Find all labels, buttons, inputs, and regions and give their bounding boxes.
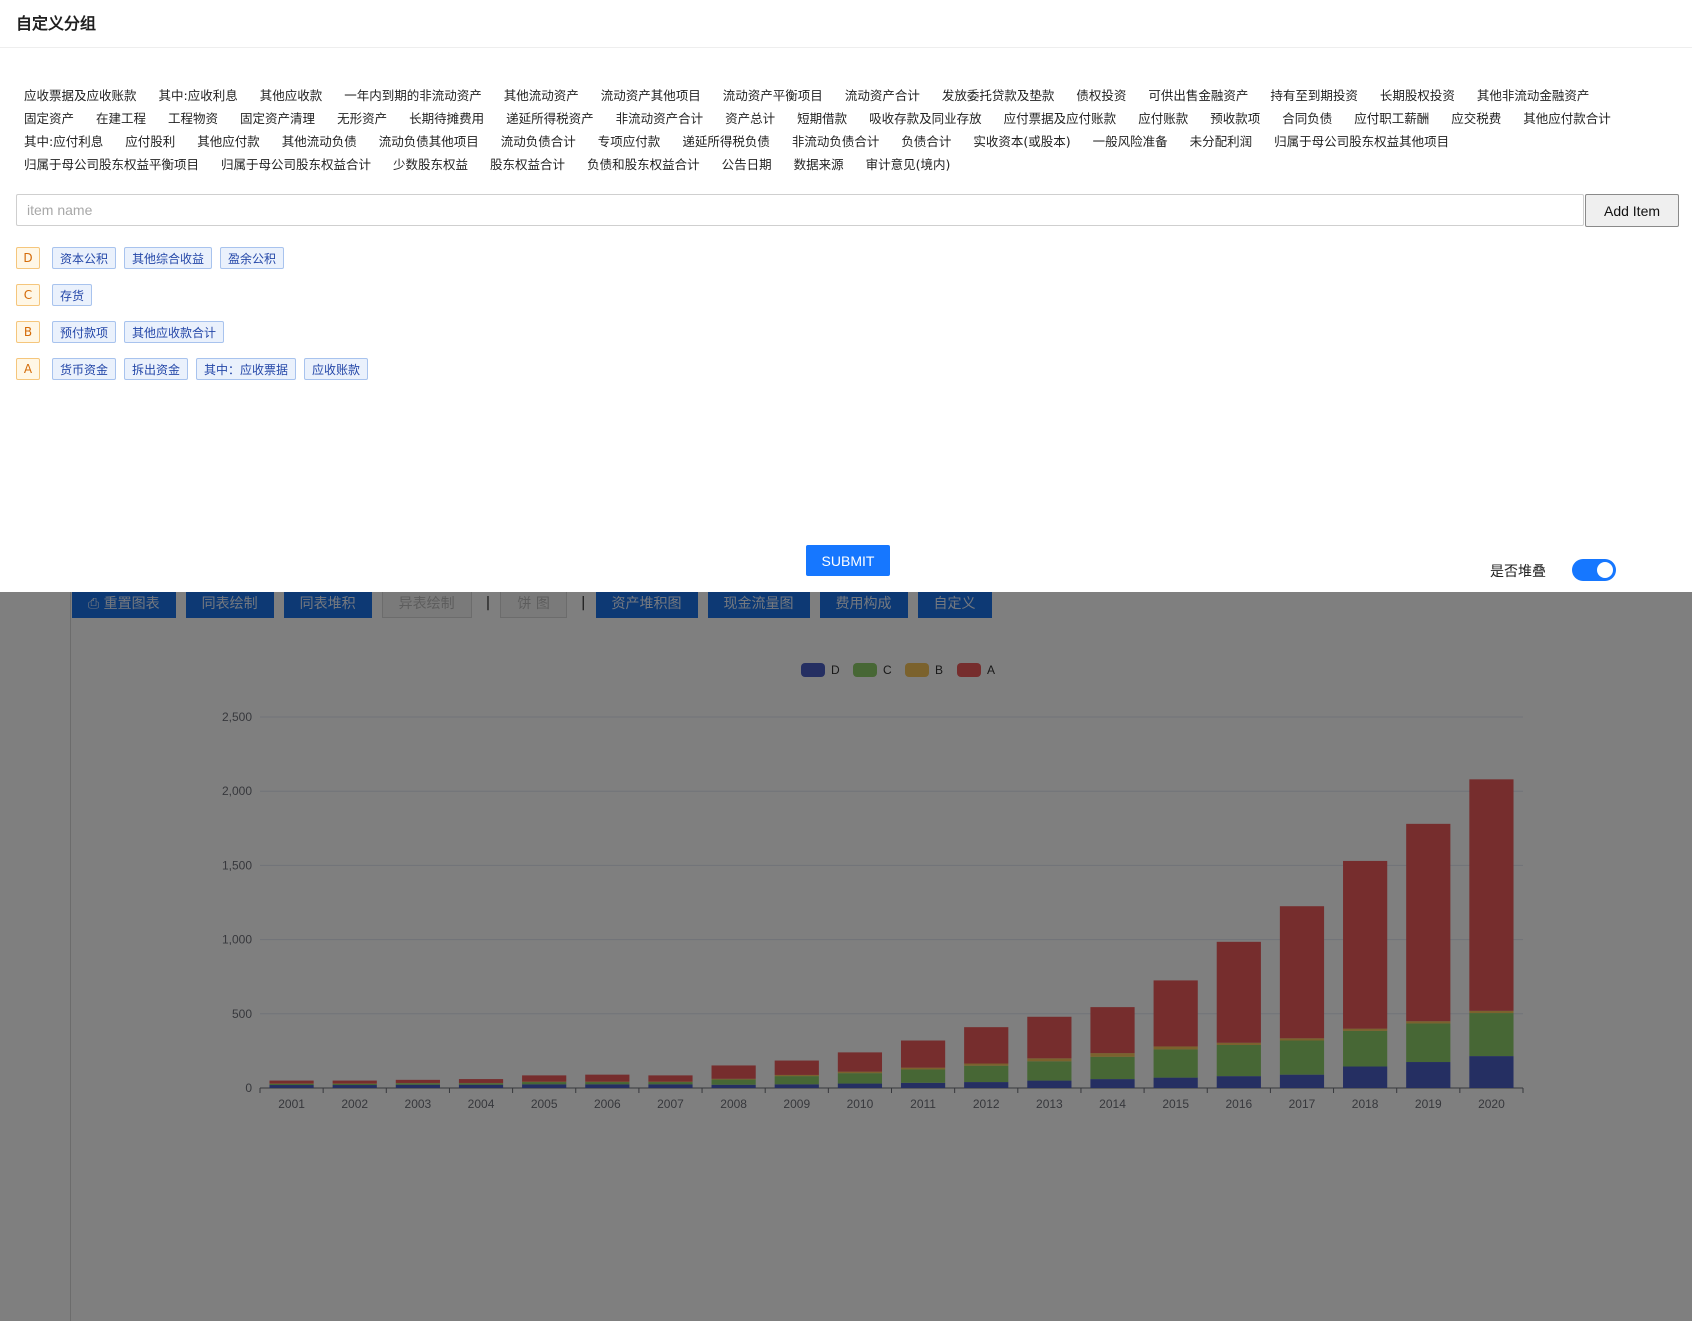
field-item[interactable]: 负债合计 (901, 130, 951, 153)
field-item[interactable]: 长期待摊费用 (409, 107, 484, 130)
field-item[interactable]: 固定资产清理 (240, 107, 315, 130)
group-tag[interactable]: 应收账款 (304, 358, 369, 380)
field-item[interactable]: 持有至到期投资 (1270, 84, 1358, 107)
field-item[interactable]: 股东权益合计 (490, 153, 565, 176)
field-item[interactable]: 未分配利润 (1190, 130, 1253, 153)
group-tag[interactable]: 拆出资金 (124, 358, 189, 380)
field-item[interactable]: 递延所得税资产 (506, 107, 594, 130)
field-item[interactable]: 其他流动负债 (282, 130, 357, 153)
field-list: 应收票据及应收账款 其中:应收利息 其他应收款 一年内到期的非流动资产 其他流动资产 流动… (24, 84, 1664, 176)
field-item[interactable]: 资产总计 (725, 107, 775, 130)
field-item[interactable]: 应收票据及应收账款 (24, 84, 137, 107)
custom-group-modal: 自定义分组 应收票据及应收账款 其中:应收利息 其他应收款 一年内到期的非流动资产 其他… (0, 0, 1692, 592)
group-row-a: A 货币资金 拆出资金 其中：应收票据 应收账款 (16, 358, 376, 380)
field-item[interactable]: 短期借款 (797, 107, 847, 130)
field-item[interactable]: 固定资产 (24, 107, 74, 130)
field-item[interactable]: 数据来源 (794, 153, 844, 176)
field-item[interactable]: 预收款项 (1210, 107, 1260, 130)
group-tag[interactable]: 其他应收款合计 (124, 321, 225, 343)
field-item[interactable]: 归属于母公司股东权益合计 (221, 153, 371, 176)
field-item[interactable]: 其他应付款 (197, 130, 260, 153)
field-item[interactable]: 少数股东权益 (393, 153, 468, 176)
group-label[interactable]: D (16, 247, 40, 269)
field-item[interactable]: 其他非流动金融资产 (1477, 84, 1590, 107)
group-label[interactable]: A (16, 358, 40, 380)
stack-toggle-label: 是否堆叠 (1490, 564, 1546, 580)
add-item-button[interactable]: Add Item (1585, 194, 1679, 227)
field-item[interactable]: 在建工程 (96, 107, 146, 130)
group-tag[interactable]: 存货 (52, 284, 93, 306)
field-item[interactable]: 应付账款 (1138, 107, 1188, 130)
group-tag[interactable]: 盈余公积 (220, 247, 285, 269)
field-item[interactable]: 其中:应付利息 (24, 130, 103, 153)
field-item[interactable]: 无形资产 (337, 107, 387, 130)
field-item[interactable]: 非流动资产合计 (616, 107, 704, 130)
field-item[interactable]: 其他应付款合计 (1523, 107, 1611, 130)
item-name-input[interactable] (16, 194, 1584, 226)
field-item[interactable]: 其他应收款 (260, 84, 323, 107)
group-tag[interactable]: 预付款项 (52, 321, 117, 343)
group-label[interactable]: C (16, 284, 40, 306)
field-item[interactable]: 应付股利 (125, 130, 175, 153)
modal-title: 自定义分组 (16, 14, 97, 33)
field-item[interactable]: 流动资产平衡项目 (723, 84, 823, 107)
field-item[interactable]: 应付职工薪酬 (1354, 107, 1429, 130)
group-tag[interactable]: 资本公积 (52, 247, 117, 269)
field-item[interactable]: 可供出售金融资产 (1148, 84, 1248, 107)
group-row-d: D 资本公积 其他综合收益 盈余公积 (16, 247, 292, 269)
field-item[interactable]: 专项应付款 (598, 130, 661, 153)
group-tag[interactable]: 其他综合收益 (124, 247, 213, 269)
field-item[interactable]: 应交税费 (1451, 107, 1501, 130)
field-item[interactable]: 递延所得税负债 (682, 130, 770, 153)
field-item[interactable]: 流动资产合计 (845, 84, 920, 107)
field-item[interactable]: 一年内到期的非流动资产 (344, 84, 482, 107)
group-tag[interactable]: 货币资金 (52, 358, 117, 380)
field-item[interactable]: 其他流动资产 (504, 84, 579, 107)
field-item[interactable]: 合同负债 (1282, 107, 1332, 130)
field-item[interactable]: 吸收存款及同业存放 (869, 107, 982, 130)
field-item[interactable]: 审计意见(境内) (866, 153, 951, 176)
field-item[interactable]: 长期股权投资 (1380, 84, 1455, 107)
field-item[interactable]: 发放委托贷款及垫款 (942, 84, 1055, 107)
field-item[interactable]: 流动负债其他项目 (379, 130, 479, 153)
stack-toggle-knob (1597, 562, 1613, 578)
field-item[interactable]: 公告日期 (722, 153, 772, 176)
field-item[interactable]: 其中:应收利息 (159, 84, 238, 107)
group-row-c: C 存货 (16, 284, 100, 306)
field-item[interactable]: 归属于母公司股东权益其他项目 (1274, 130, 1449, 153)
field-item[interactable]: 实收资本(或股本) (973, 130, 1070, 153)
group-label[interactable]: B (16, 321, 40, 343)
field-item[interactable]: 一般风险准备 (1093, 130, 1168, 153)
field-item[interactable]: 流动负债合计 (501, 130, 576, 153)
submit-button[interactable]: SUBMIT (806, 545, 890, 576)
field-item[interactable]: 应付票据及应付账款 (1004, 107, 1117, 130)
stack-toggle[interactable] (1572, 559, 1616, 581)
field-item[interactable]: 非流动负债合计 (792, 130, 880, 153)
field-item[interactable]: 流动资产其他项目 (601, 84, 701, 107)
group-tag[interactable]: 其中：应收票据 (196, 358, 297, 380)
group-row-b: B 预付款项 其他应收款合计 (16, 321, 232, 343)
field-item[interactable]: 负债和股东权益合计 (587, 153, 700, 176)
field-item[interactable]: 归属于母公司股东权益平衡项目 (24, 153, 199, 176)
field-item[interactable]: 工程物资 (168, 107, 218, 130)
field-item[interactable]: 债权投资 (1076, 84, 1126, 107)
modal-divider (0, 47, 1692, 48)
